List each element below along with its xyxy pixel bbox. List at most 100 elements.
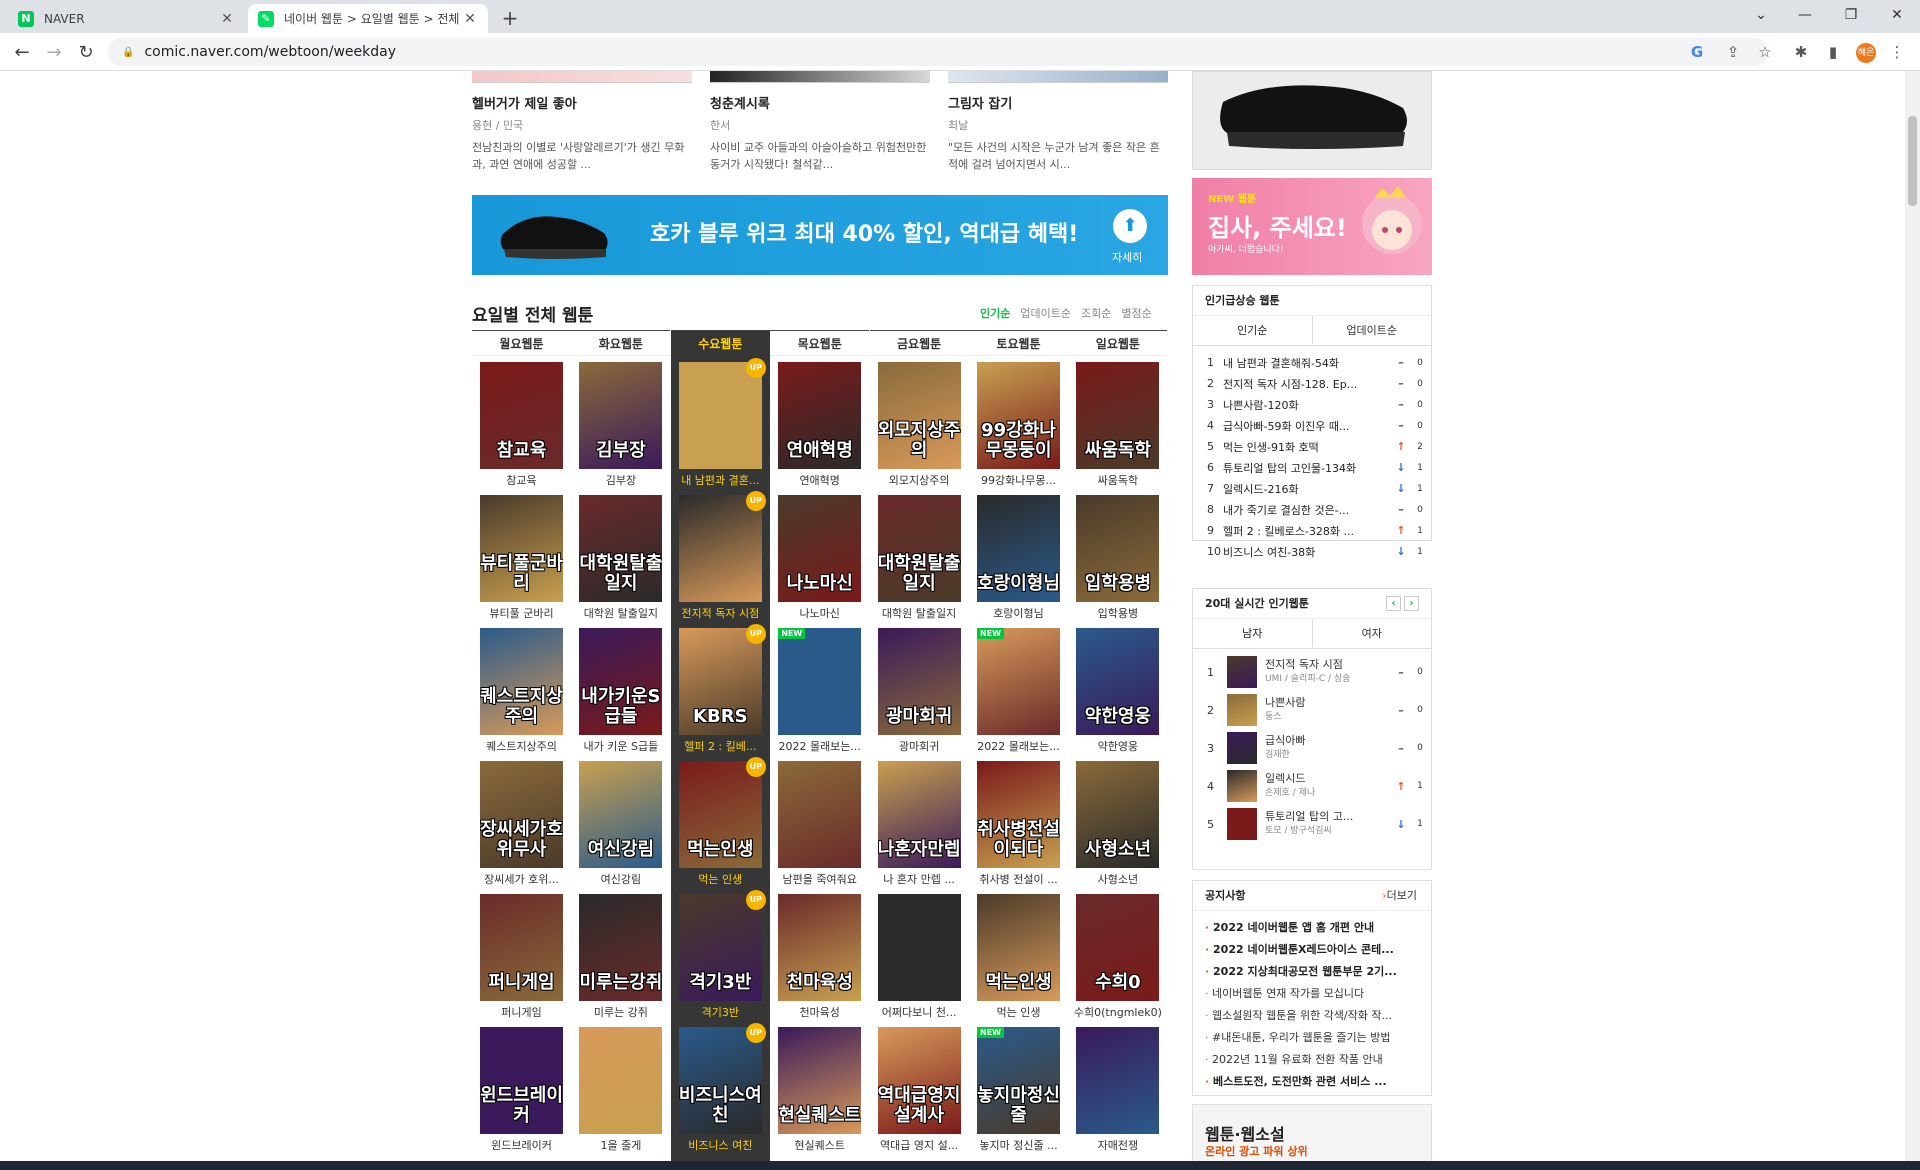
webtoon-title[interactable]: 나노마신 bbox=[770, 605, 869, 621]
menu-icon[interactable]: ⋮ bbox=[1886, 41, 1908, 63]
rank-row[interactable]: 10 비즈니스 여친-38화 ↓ 1 bbox=[1193, 541, 1431, 562]
webtoon-item[interactable]: 싸움독학 싸움독학 bbox=[1068, 356, 1167, 489]
webtoon-title[interactable]: 내 남편과 결혼... bbox=[671, 472, 770, 488]
webtoon-item[interactable]: KBRS UP 헬퍼 2 : 킬베... bbox=[671, 622, 770, 755]
sort-views[interactable]: 조회순 bbox=[1081, 305, 1111, 321]
notice-item[interactable]: · 2022년 11월 유료화 전환 작품 안내 bbox=[1193, 1049, 1431, 1071]
webtoon-title[interactable]: 놓지마 정신줄 ... bbox=[969, 1137, 1068, 1153]
profile-avatar[interactable]: 혜은 bbox=[1856, 43, 1876, 63]
webtoon-item[interactable]: 사형소년 사형소년 bbox=[1068, 755, 1167, 888]
webtoon-item[interactable]: UP 내 남편과 결혼... bbox=[671, 356, 770, 489]
notice-more[interactable]: ›더보기 bbox=[1382, 881, 1417, 911]
notice-item[interactable]: · 네이버웹툰 연재 작가를 모십니다 bbox=[1193, 983, 1431, 1005]
rank-row[interactable]: 7 일렉시드-216화 ↓ 1 bbox=[1193, 478, 1431, 499]
webtoon-title[interactable]: 비즈니스 여친 bbox=[671, 1137, 770, 1153]
webtoon-item[interactable]: 현실퀘스트 현실퀘스트 bbox=[770, 1021, 869, 1154]
rank-row[interactable]: 4 급식아빠-59화 이진우 때... – 0 bbox=[1193, 415, 1431, 436]
webtoon-title[interactable]: 현실퀘스트 bbox=[770, 1137, 869, 1153]
webtoon-item[interactable]: 취사병전설이되다 취사병 전설이 ... bbox=[969, 755, 1068, 888]
day-header[interactable]: 토요웹툰 bbox=[969, 330, 1068, 356]
webtoon-item[interactable]: 먹는인생 UP 먹는 인생 bbox=[671, 755, 770, 888]
day-header[interactable]: 금요웹툰 bbox=[869, 330, 969, 356]
webtoon-title[interactable]: 퍼니게임 bbox=[472, 1004, 571, 1020]
webtoon-item[interactable]: 역대급영지설계사 역대급 영지 설... bbox=[870, 1021, 969, 1154]
webtoon-item[interactable]: 대학원탈출일지 대학원 탈출일지 bbox=[870, 489, 969, 622]
webtoon-title[interactable]: 퀘스트지상주의 bbox=[472, 738, 571, 754]
tab-search-icon[interactable]: ⌄ bbox=[1738, 0, 1784, 30]
webtoon-item[interactable]: 퍼니게임 퍼니게임 bbox=[472, 888, 571, 1021]
tab-popular[interactable]: 인기순 bbox=[1193, 316, 1313, 345]
webtoon-title[interactable]: 미루는 강쥐 bbox=[571, 1004, 670, 1020]
webtoon-item[interactable]: 격기3반 UP 격기3반 bbox=[671, 888, 770, 1021]
webtoon-title[interactable]: 광마회귀 bbox=[870, 738, 969, 754]
shoe-ad[interactable] bbox=[1192, 71, 1432, 170]
google-icon[interactable]: G bbox=[1686, 41, 1708, 63]
webtoon-title[interactable]: 취사병 전설이 ... bbox=[969, 871, 1068, 887]
webtoon-title[interactable]: 외모지상주의 bbox=[870, 472, 969, 488]
webtoon-title[interactable]: 먹는 인생 bbox=[969, 1004, 1068, 1020]
webtoon-item[interactable]: 미루는강쥐 미루는 강쥐 bbox=[571, 888, 670, 1021]
webtoon-title[interactable]: 대학원 탈출일지 bbox=[571, 605, 670, 621]
webtoon-title[interactable]: 호랑이형님 bbox=[969, 605, 1068, 621]
day-header[interactable]: 일요웹툰 bbox=[1068, 330, 1168, 356]
bookmark-star-icon[interactable]: ☆ bbox=[1754, 41, 1776, 63]
day-header[interactable]: 월요웹툰 bbox=[472, 330, 571, 356]
webtoon-title[interactable]: 천마육성 bbox=[770, 1004, 869, 1020]
webtoon-item[interactable]: 참교육 참교육 bbox=[472, 356, 571, 489]
close-window-icon[interactable]: ✕ bbox=[1874, 0, 1920, 30]
webtoon-item[interactable]: 내가키운S급들 내가 키운 S급들 bbox=[571, 622, 670, 755]
rank-title[interactable]: 내가 죽기로 결심한 것은-... bbox=[1223, 502, 1393, 518]
reload-icon[interactable]: ↻ bbox=[74, 41, 98, 65]
webtoon-title[interactable]: 수희0(tngmlek0) bbox=[1068, 1004, 1167, 1020]
webtoon-title[interactable]: 1을 줄게 bbox=[571, 1137, 670, 1153]
close-tab-icon[interactable]: ✕ bbox=[462, 11, 478, 27]
webtoon-item[interactable]: 1을 줄게 bbox=[571, 1021, 670, 1154]
webtoon-title[interactable]: 약한영웅 bbox=[1068, 738, 1167, 754]
webtoon-title[interactable]: 어쩌다보니 천... bbox=[870, 1004, 969, 1020]
featured-card[interactable]: 청춘계시록 한서 사이비 교주 아들과의 아슬아슬하고 위험천만한 동거가 시작… bbox=[710, 71, 930, 173]
rank-row[interactable]: 8 내가 죽기로 결심한 것은-... – 0 bbox=[1193, 499, 1431, 520]
tab-male[interactable]: 남자 bbox=[1193, 619, 1313, 648]
rank-title[interactable]: 급식아빠-59화 이진우 때... bbox=[1223, 418, 1393, 434]
webtoon-title[interactable]: 김부장 bbox=[571, 472, 670, 488]
share-icon[interactable]: ⇪ bbox=[1722, 41, 1744, 63]
webtoon-item[interactable]: 연애혁명 연애혁명 bbox=[770, 356, 869, 489]
webtoon-item[interactable]: 외모지상주의 외모지상주의 bbox=[870, 356, 969, 489]
webtoon-title[interactable]: 뷰티풀 군바리 bbox=[472, 605, 571, 621]
webtoon-item[interactable]: 뷰티풀군바리 뷰티풀 군바리 bbox=[472, 489, 571, 622]
new-webtoon-ad[interactable]: NEW 웹툰 집사, 주세요! 아가씨, 더럽습니다! bbox=[1192, 178, 1432, 275]
webtoon-title[interactable]: 여신강림 bbox=[571, 871, 670, 887]
webtoon-item[interactable]: 나혼자만렙 나 혼자 만렙 ... bbox=[870, 755, 969, 888]
webtoon-item[interactable]: 윈드브레이커 윈드브레이커 bbox=[472, 1021, 571, 1154]
sort-update[interactable]: 업데이트순 bbox=[1020, 305, 1071, 321]
realtime-row[interactable]: 3 급식아빠 김재한 –0 bbox=[1193, 729, 1431, 767]
webtoon-item[interactable]: 비즈니스여친 UP 비즈니스 여친 bbox=[671, 1021, 770, 1154]
notice-item[interactable]: · #내돈내툰, 우리가 웹툰을 즐기는 방법 bbox=[1193, 1027, 1431, 1049]
webtoon-title[interactable]: 헬퍼 2 : 킬베... bbox=[671, 738, 770, 754]
rank-row[interactable]: 1 내 남편과 결혼해줘-54화 – 0 bbox=[1193, 352, 1431, 373]
rank-title[interactable]: 헬퍼 2 : 킬베로스-328화 ... bbox=[1223, 523, 1393, 539]
webtoon-item[interactable]: 여신강림 여신강림 bbox=[571, 755, 670, 888]
scroll-thumb[interactable] bbox=[1908, 116, 1917, 206]
webtoon-item[interactable]: 약한영웅 약한영웅 bbox=[1068, 622, 1167, 755]
webtoon-title[interactable]: 대학원 탈출일지 bbox=[870, 605, 969, 621]
tab-webtoon[interactable]: ✎ 네이버 웹툰 > 요일별 웹툰 > 전체 ✕ bbox=[248, 4, 488, 33]
realtime-title[interactable]: 일렉시드 bbox=[1265, 772, 1393, 786]
featured-card[interactable]: 그림자 잡기 최날 "모든 사건의 시작은 누군가 남겨 좋은 작은 흔적에 걸… bbox=[948, 71, 1168, 173]
webtoon-title[interactable]: 99강화나무몽... bbox=[969, 472, 1068, 488]
restore-icon[interactable]: ❐ bbox=[1828, 0, 1874, 30]
back-icon[interactable]: ← bbox=[10, 41, 34, 65]
close-tab-icon[interactable]: ✕ bbox=[219, 11, 235, 27]
chevron-left-icon[interactable]: ‹ bbox=[1386, 596, 1401, 611]
webtoon-item[interactable]: 입학용병 입학용병 bbox=[1068, 489, 1167, 622]
day-header[interactable]: 수요웹툰 bbox=[670, 330, 770, 356]
rank-title[interactable]: 전지적 독자 시점-128. Ep... bbox=[1223, 376, 1393, 392]
day-header[interactable]: 화요웹툰 bbox=[571, 330, 671, 356]
realtime-row[interactable]: 4 일렉시드 손제호 / 제나 ↑ 1 bbox=[1193, 767, 1431, 805]
webtoon-title[interactable]: 남편을 죽여줘요 bbox=[770, 871, 869, 887]
webtoon-title[interactable]: 먹는 인생 bbox=[671, 871, 770, 887]
webtoon-item[interactable]: 대학원탈출일지 대학원 탈출일지 bbox=[571, 489, 670, 622]
sort-rating[interactable]: 별점순 bbox=[1121, 305, 1151, 321]
webtoon-item[interactable]: 장씨세가호위무사 장씨세가 호위... bbox=[472, 755, 571, 888]
notice-item[interactable]: · 2022 네이버웹툰X레드아이스 콘테... bbox=[1193, 939, 1431, 961]
